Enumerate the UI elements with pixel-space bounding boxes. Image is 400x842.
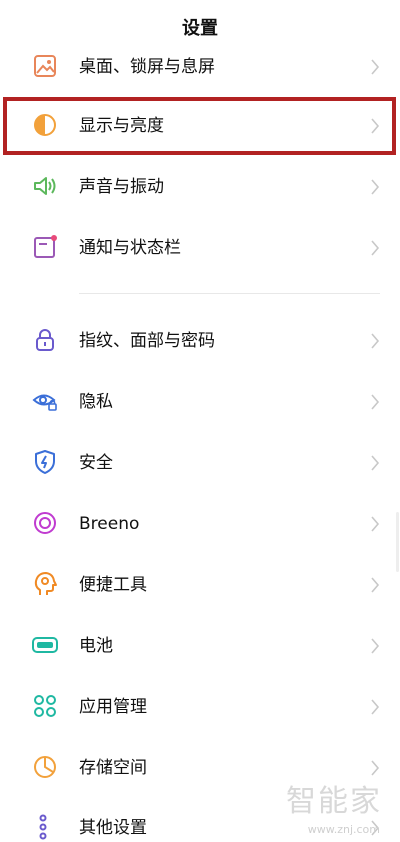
settings-item-label: 指纹、面部与密码 — [79, 331, 215, 351]
settings-item-label: 其他设置 — [79, 818, 147, 838]
settings-item-label: 安全 — [79, 453, 113, 473]
notification-icon — [32, 234, 58, 260]
chevron-right-icon — [371, 760, 380, 776]
settings-item-label: 电池 — [79, 636, 113, 656]
chevron-right-icon — [371, 333, 380, 349]
shield-icon — [32, 449, 58, 475]
breeno-icon — [32, 510, 58, 536]
settings-item-notifications[interactable]: 通知与状态栏 — [0, 220, 400, 276]
chevron-right-icon — [371, 394, 380, 410]
settings-item-privacy[interactable]: 隐私 — [0, 374, 400, 430]
settings-screen: 设置 桌面、锁屏与息屏 显示与亮度 声音与振动 通知与状态栏 指纹、面部与密码 … — [0, 0, 400, 842]
chevron-right-icon — [371, 455, 380, 471]
settings-item-battery[interactable]: 电池 — [0, 618, 400, 674]
chevron-right-icon — [371, 240, 380, 256]
highlight-box — [3, 97, 396, 155]
scrollbar[interactable] — [396, 512, 399, 572]
page-title: 设置 — [182, 18, 218, 39]
chevron-right-icon — [371, 59, 380, 75]
settings-item-tools[interactable]: 便捷工具 — [0, 557, 400, 613]
wallpaper-icon — [32, 53, 58, 79]
section-divider — [79, 293, 380, 294]
lock-icon — [32, 327, 58, 353]
settings-item-biometrics[interactable]: 指纹、面部与密码 — [0, 313, 400, 369]
watermark-text: 智能家 — [286, 784, 382, 819]
settings-item-sound[interactable]: 声音与振动 — [0, 159, 400, 215]
chevron-right-icon — [371, 577, 380, 593]
settings-item-label: 桌面、锁屏与息屏 — [79, 57, 215, 77]
battery-icon — [32, 632, 58, 658]
settings-item-label: 便捷工具 — [79, 575, 147, 595]
eye-lock-icon — [32, 388, 58, 414]
settings-item-label: 存储空间 — [79, 758, 147, 778]
more-settings-icon — [32, 814, 58, 840]
settings-item-label: 应用管理 — [79, 697, 147, 717]
apps-icon — [32, 693, 58, 719]
settings-item-label: 通知与状态栏 — [79, 238, 181, 258]
settings-item-label: 声音与振动 — [79, 177, 164, 197]
settings-item-wallpaper[interactable]: 桌面、锁屏与息屏 — [0, 39, 400, 95]
storage-pie-icon — [32, 754, 58, 780]
head-gear-icon — [32, 571, 58, 597]
chevron-right-icon — [371, 516, 380, 532]
chevron-right-icon — [371, 179, 380, 195]
watermark-url: www.znj.com — [307, 823, 380, 836]
settings-item-apps[interactable]: 应用管理 — [0, 679, 400, 735]
speaker-icon — [32, 173, 58, 199]
settings-item-security[interactable]: 安全 — [0, 435, 400, 491]
settings-item-label: Breeno — [79, 514, 140, 534]
chevron-right-icon — [371, 699, 380, 715]
chevron-right-icon — [371, 638, 380, 654]
settings-item-label: 隐私 — [79, 392, 113, 412]
settings-item-breeno[interactable]: Breeno — [0, 496, 400, 552]
